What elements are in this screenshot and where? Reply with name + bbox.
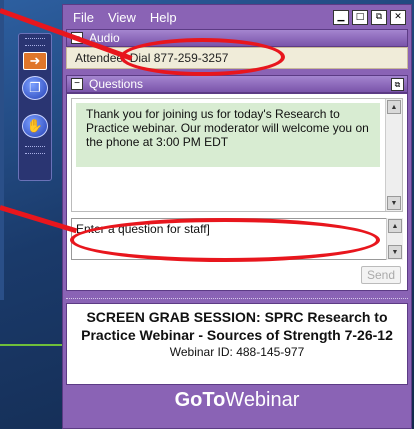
questions-log: Thank you for joining us for today's Res…	[71, 98, 403, 212]
question-input-scrollbar[interactable]: ▲ ▼	[386, 218, 403, 260]
desktop-green-line	[0, 344, 62, 346]
hand-raise-icon[interactable]: ✋	[22, 114, 48, 138]
brand-logo-light: Webinar	[225, 388, 300, 411]
minimize-button[interactable]: ▁	[333, 9, 349, 25]
questions-title: Questions	[89, 77, 144, 91]
questions-log-scrollbar[interactable]: ▲ ▼	[385, 99, 402, 211]
restore-button[interactable]: ⧉	[371, 9, 387, 25]
toolbar-grip-bottom[interactable]	[25, 146, 45, 154]
panel-divider	[66, 291, 408, 299]
scroll-down-icon[interactable]: ▼	[388, 245, 402, 259]
scroll-down-icon[interactable]: ▼	[387, 196, 401, 210]
send-row: Send	[361, 266, 401, 284]
brand-logo-bold: GoTo	[174, 388, 226, 411]
menu-view[interactable]: View	[108, 10, 136, 25]
popout-icon[interactable]: ⧉	[391, 77, 404, 91]
annotation-oval-phone	[120, 38, 285, 76]
scroll-up-icon[interactable]: ▲	[388, 219, 402, 233]
side-toolbar: ➜ ❐ ✋	[18, 33, 52, 181]
session-title: SCREEN GRAB SESSION: SPRC Research to Pr…	[81, 309, 393, 343]
questions-header[interactable]: − Questions ⧉	[66, 75, 408, 93]
menu-file[interactable]: File	[73, 10, 94, 25]
menu-bar: File View Help ▁ □ ⧉ ✕	[63, 5, 411, 29]
session-info: SCREEN GRAB SESSION: SPRC Research to Pr…	[66, 303, 408, 385]
annotation-oval-question	[70, 218, 380, 262]
window-icon[interactable]: ❐	[22, 76, 48, 100]
collapse-icon[interactable]: −	[71, 78, 83, 90]
toolbar-grip-top[interactable]	[25, 38, 45, 46]
menu-help[interactable]: Help	[150, 10, 177, 25]
close-button[interactable]: ✕	[390, 9, 406, 25]
arrow-icon[interactable]: ➜	[23, 52, 47, 70]
window-controls: ▁ □ ⧉ ✕	[333, 9, 411, 25]
maximize-button[interactable]: □	[352, 9, 368, 25]
webinar-id: Webinar ID: 488-145-977	[169, 345, 305, 359]
brand-bar: GoTo Webinar	[66, 385, 408, 415]
welcome-message: Thank you for joining us for today's Res…	[76, 103, 380, 167]
scroll-up-icon[interactable]: ▲	[387, 100, 401, 114]
desktop-stripe	[0, 0, 4, 300]
send-button[interactable]: Send	[361, 266, 401, 284]
